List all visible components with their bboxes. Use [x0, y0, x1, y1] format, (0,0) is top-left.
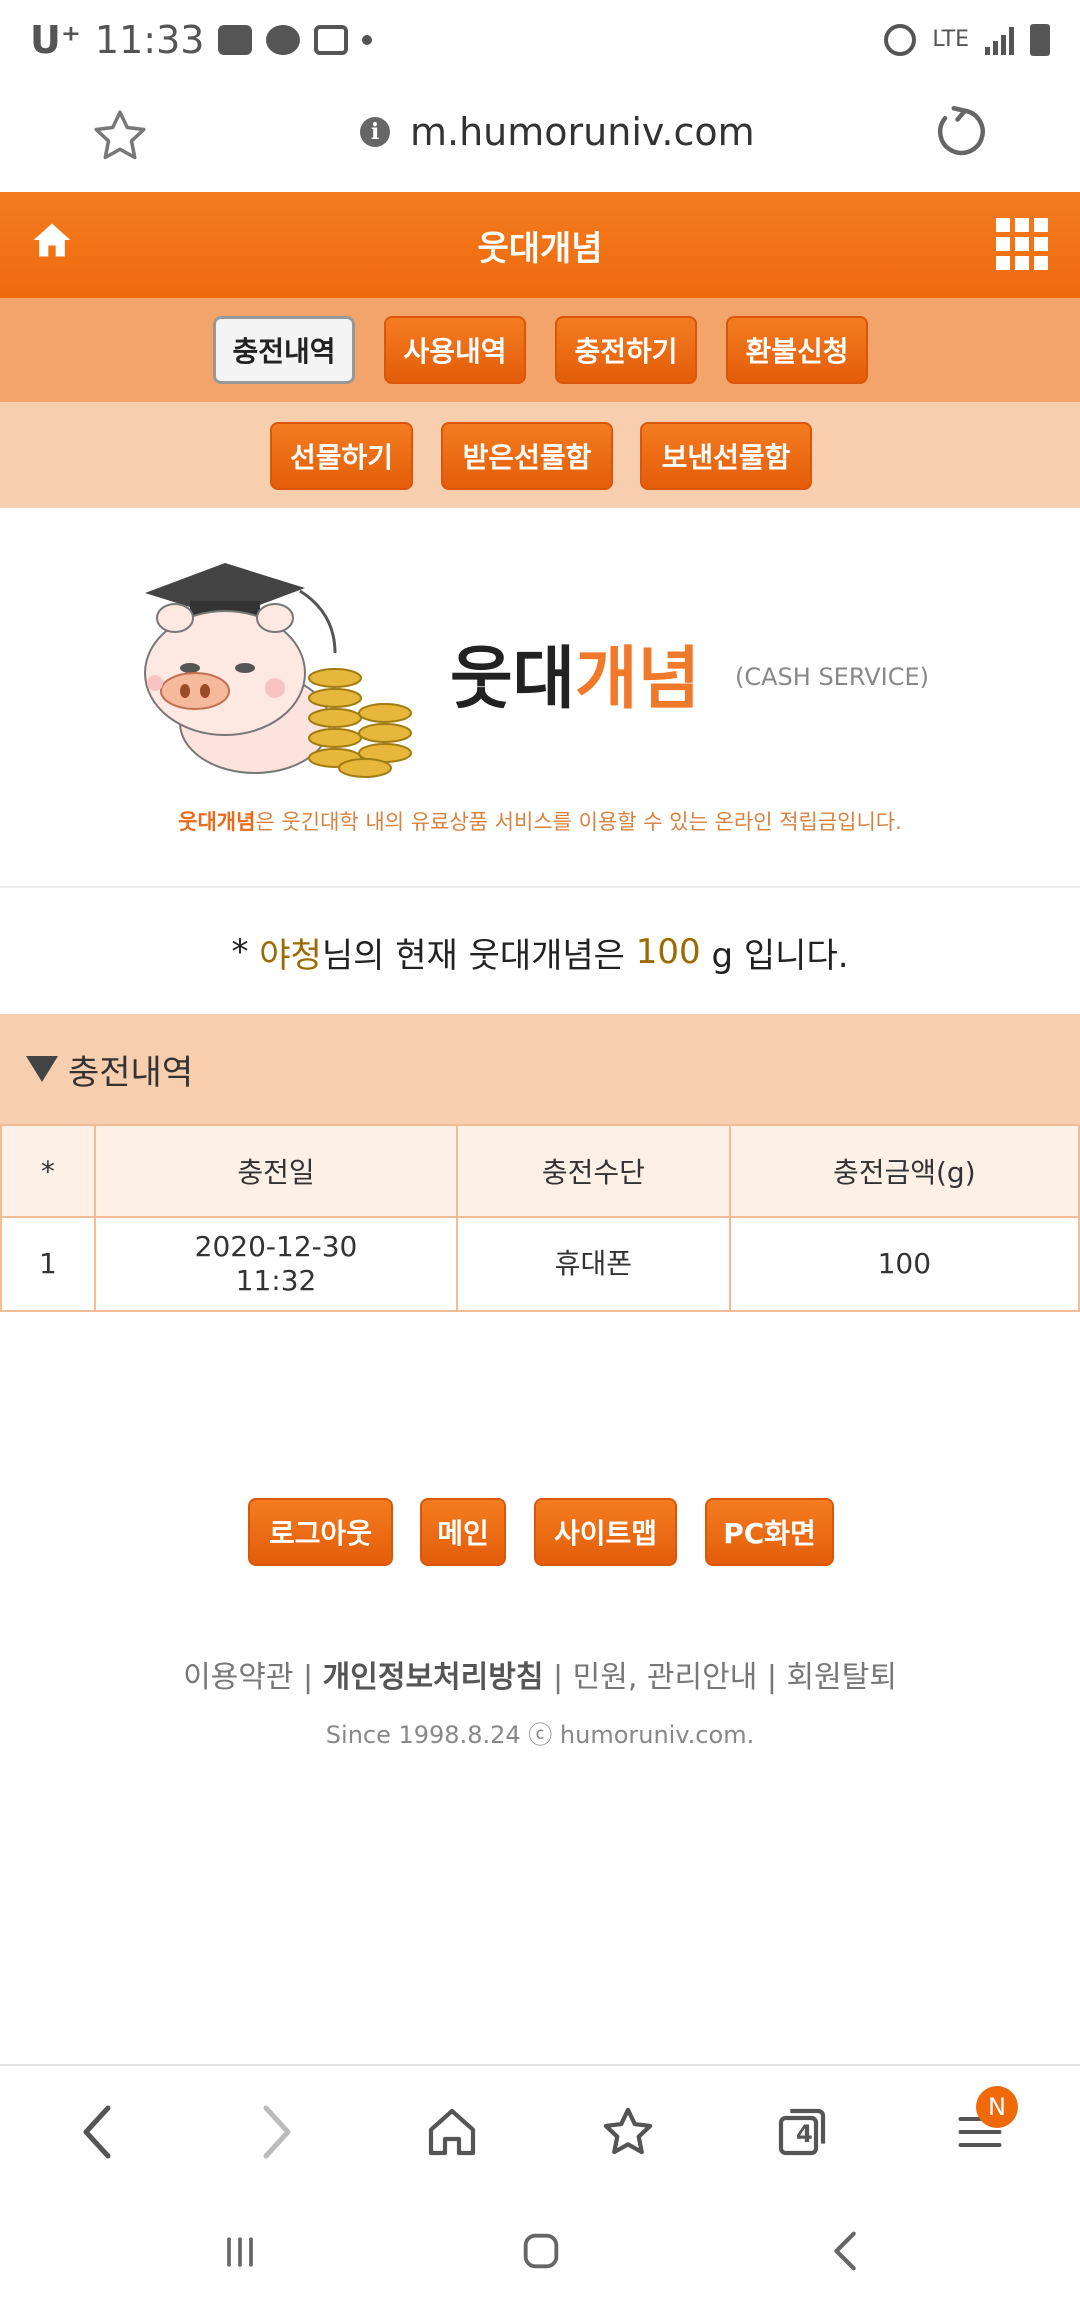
site-header: 웃대개념: [0, 192, 1080, 298]
url-text: m.humoruniv.com: [410, 110, 755, 154]
banner-description: 웃대개념은 웃긴대학 내의 유료상품 서비스를 이용할 수 있는 온라인 적립금…: [0, 806, 1080, 836]
banner-desc-rest: 은 웃긴대학 내의 유료상품 서비스를 이용할 수 있는 온라인 적립금입니다.: [255, 810, 902, 834]
tab-usage-history[interactable]: 사용내역: [384, 316, 526, 384]
back-system-icon[interactable]: [826, 2228, 866, 2274]
balance-suffix: g 입니다.: [700, 935, 849, 976]
bookmarks-icon[interactable]: [598, 2102, 658, 2162]
footer-links: 이용약관 | 개인정보처리방침 | 민원, 관리안내 | 회원탈퇴: [0, 1652, 1080, 1696]
tabs-icon[interactable]: 4: [772, 2102, 832, 2162]
brand-logo-text: 웃대개념: [450, 623, 700, 722]
back-icon[interactable]: [68, 2102, 128, 2162]
table-header-row: * 충전일 충전수단 충전금액(g): [0, 1124, 1080, 1218]
sitemap-button[interactable]: 사이트맵: [534, 1498, 677, 1566]
tab-received-gifts[interactable]: 받은선물함: [441, 422, 613, 490]
network-type: LTE: [932, 27, 969, 52]
col-header-method: 충전수단: [456, 1124, 731, 1218]
balance-mid: 님의 현재 웃대개념은: [321, 935, 636, 976]
copyright-text: Since 1998.8.24 ⓒ humoruniv.com.: [325, 1721, 755, 1749]
home-icon[interactable]: [30, 218, 74, 262]
footer-sep: |: [757, 1660, 787, 1695]
cell-no: 1: [0, 1216, 96, 1312]
battery-icon: [1030, 24, 1050, 56]
main-button[interactable]: 메인: [420, 1498, 506, 1566]
browser-bottom-toolbar: 4 N: [0, 2064, 1080, 2190]
tab-row-secondary: 선물하기 받은선물함 보낸선물함: [0, 402, 1080, 508]
page-title: 웃대개념: [477, 228, 603, 269]
tab-row-primary: 충전내역 사용내역 충전하기 환불신청: [0, 298, 1080, 402]
tab-send-gift[interactable]: 선물하기: [270, 422, 413, 490]
balance-line: * 야청 님의 현재 웃대개념은 100 g 입니다.: [0, 890, 1080, 1014]
home-system-icon[interactable]: [518, 2228, 564, 2274]
status-left: U⁺ 11:33: [30, 18, 373, 62]
cell-date-day: 2020-12-30: [194, 1230, 358, 1263]
balance-user: 야청: [259, 935, 322, 976]
home-nav-icon[interactable]: [422, 2102, 482, 2162]
voicemail-icon: [314, 25, 349, 55]
status-right: LTE: [884, 24, 1050, 56]
balance-amount: 100: [635, 932, 701, 972]
tab-refund[interactable]: 환불신청: [726, 316, 868, 384]
menu-grid-icon[interactable]: [996, 218, 1048, 270]
bookmark-star-icon[interactable]: [90, 106, 150, 166]
charge-history-table: * 충전일 충전수단 충전금액(g) 1 2020-12-30 11:32 휴대…: [0, 1124, 1080, 1312]
forward-icon[interactable]: [246, 2102, 306, 2162]
tab-charge-history[interactable]: 충전내역: [213, 316, 355, 384]
cash-service-banner: 웃대개념 (CASH SERVICE) 웃대개념은 웃긴대학 내의 유료상품 서…: [0, 508, 1080, 888]
col-header-date: 충전일: [93, 1124, 459, 1218]
reload-icon[interactable]: [930, 102, 990, 162]
brand-main: 웃대: [450, 640, 576, 719]
triangle-down-icon: [26, 1056, 58, 1082]
table-row: 1 2020-12-30 11:32 휴대폰 100: [0, 1216, 1080, 1312]
pig-mascot-icon: [135, 563, 435, 783]
status-bar: U⁺ 11:33 LTE: [0, 0, 1080, 80]
cell-date-time: 11:32: [235, 1264, 317, 1297]
balance-prefix: *: [231, 932, 260, 972]
section-title: 충전내역: [68, 1052, 194, 1093]
site-info-icon[interactable]: i: [360, 117, 390, 147]
logout-button[interactable]: 로그아웃: [248, 1498, 393, 1566]
system-nav-bar: [0, 2190, 1080, 2316]
alarm-icon: [884, 24, 917, 56]
col-header-no: *: [0, 1124, 96, 1218]
privacy-link[interactable]: 개인정보처리방침: [323, 1660, 544, 1695]
cell-method: 휴대폰: [456, 1216, 731, 1312]
terms-link[interactable]: 이용약관: [183, 1660, 293, 1695]
tab-charge[interactable]: 충전하기: [555, 316, 697, 384]
talk-icon: [266, 25, 301, 55]
clock: 11:33: [94, 18, 205, 62]
cell-date: 2020-12-30 11:32: [93, 1216, 459, 1312]
signal-icon: [985, 25, 1014, 55]
brand-accent: 개념: [575, 640, 701, 719]
col-header-amount: 충전금액(g): [728, 1124, 1080, 1218]
browser-url-bar: i m.humoruniv.com: [0, 80, 1080, 192]
tab-count: 4: [796, 2120, 813, 2148]
carrier-label: U⁺: [30, 18, 81, 62]
footer-sep: |: [543, 1660, 573, 1695]
complaints-link[interactable]: 민원, 관리안내: [573, 1660, 758, 1695]
url-field[interactable]: i m.humoruniv.com: [360, 110, 755, 154]
footer-sep: |: [293, 1660, 323, 1695]
withdraw-link[interactable]: 회원탈퇴: [787, 1660, 897, 1695]
banner-desc-bold: 웃대개념: [178, 810, 256, 834]
tab-sent-gifts[interactable]: 보낸선물함: [640, 422, 812, 490]
pc-view-button[interactable]: PC화면: [705, 1498, 834, 1566]
more-notifications-icon: [362, 35, 373, 45]
notification-badge: N: [976, 2086, 1018, 2128]
message-icon: [218, 25, 253, 55]
section-header: 충전내역: [0, 1014, 1080, 1124]
cell-amount: 100: [728, 1216, 1080, 1312]
cash-service-label: (CASH SERVICE): [735, 663, 929, 691]
recent-apps-icon[interactable]: [218, 2230, 262, 2274]
